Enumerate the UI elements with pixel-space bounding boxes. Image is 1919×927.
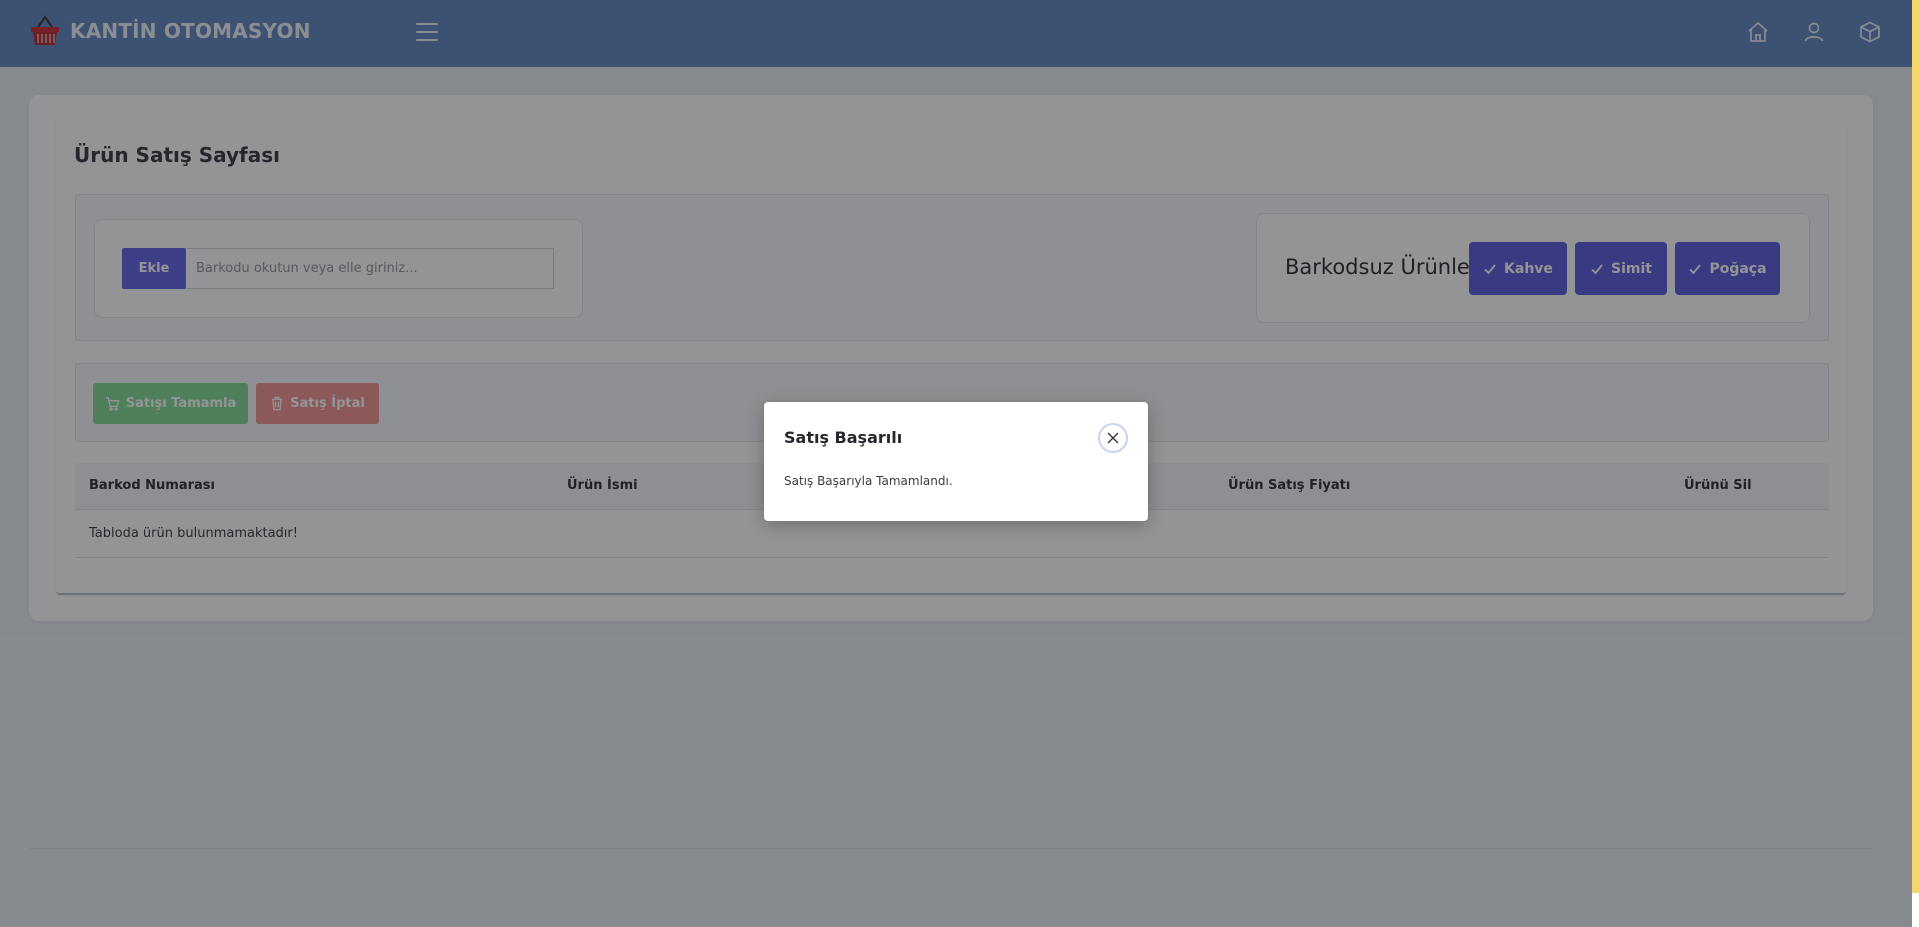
close-icon (1107, 432, 1119, 444)
modal-message: Satış Başarıyla Tamamlandı. (784, 474, 953, 488)
success-modal: Satış Başarılı Satış Başarıyla Tamamland… (764, 402, 1148, 521)
scrollbar-track[interactable] (1912, 0, 1919, 893)
close-button[interactable] (1098, 423, 1128, 453)
modal-title: Satış Başarılı (784, 428, 903, 447)
scrollbar-corner (1912, 893, 1919, 927)
